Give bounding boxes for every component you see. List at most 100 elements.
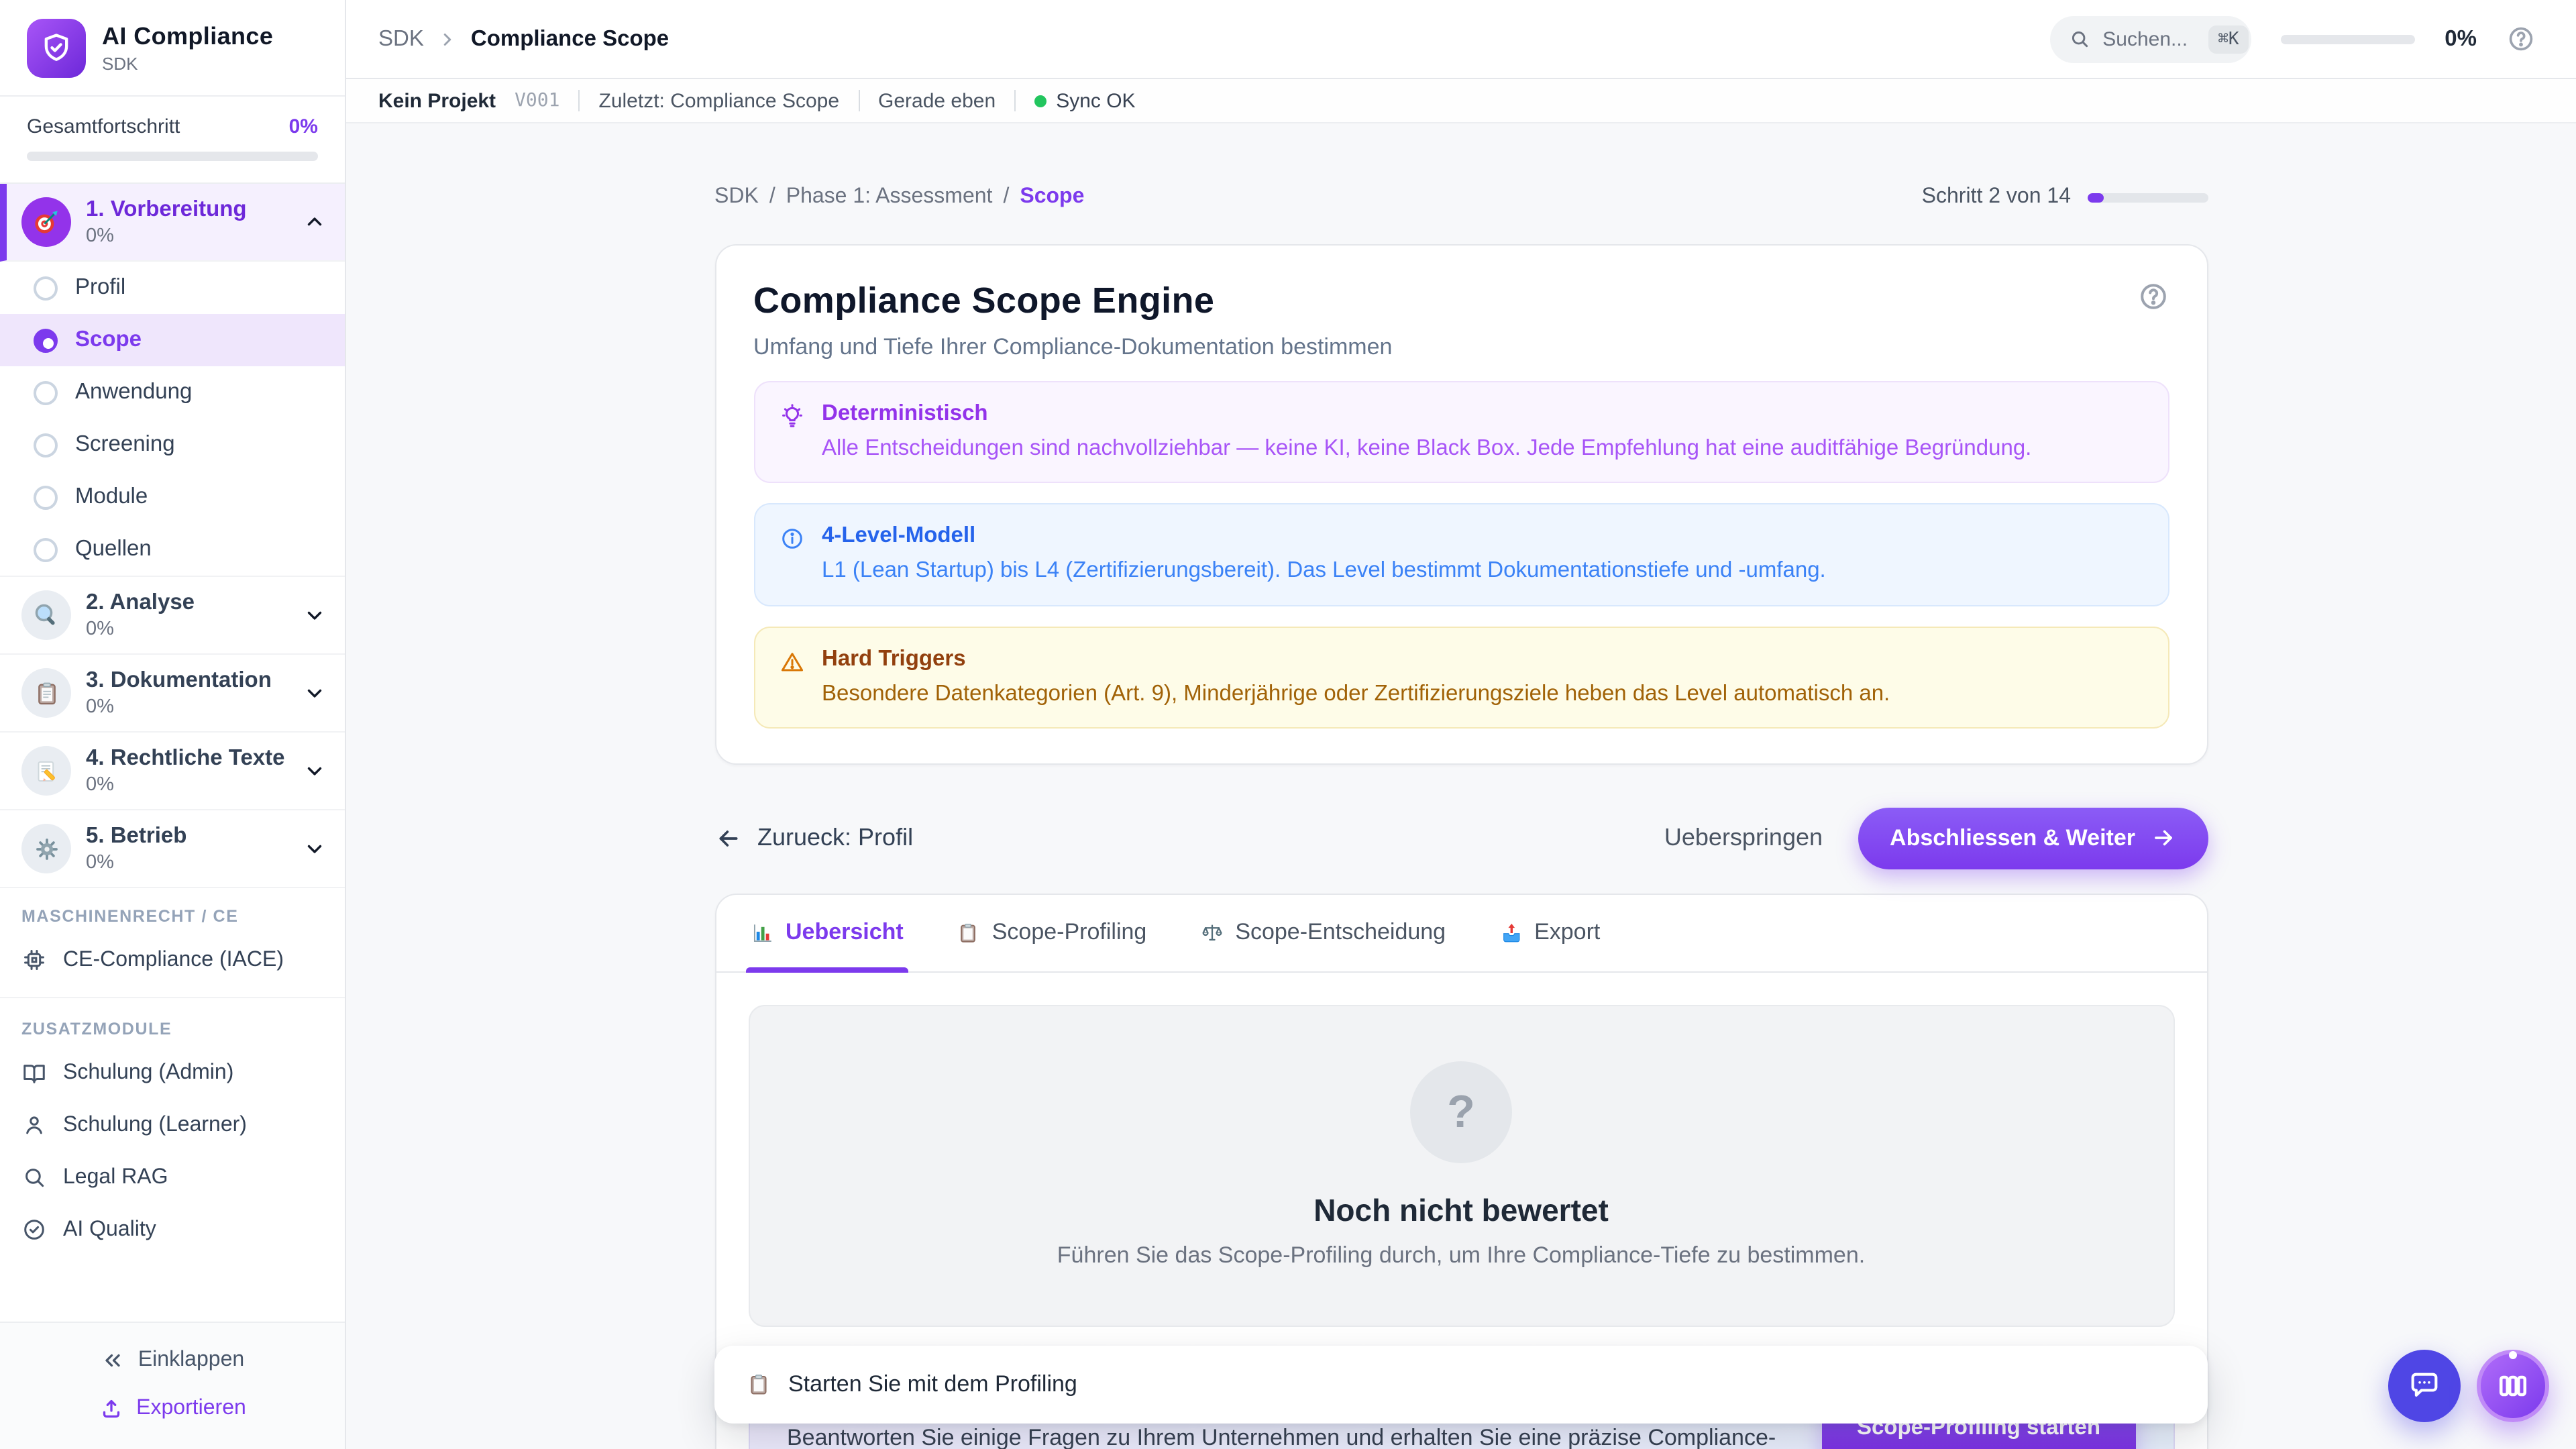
breadcrumb-separator: /: [1003, 185, 1009, 209]
sidebar-item-ce-compliance[interactable]: CE-Compliance (IACE): [0, 934, 345, 986]
version-badge: V001: [515, 90, 559, 111]
gear-icon: [21, 824, 71, 873]
note-title: Deterministisch: [822, 401, 2031, 427]
sidebar-item-label: Anwendung: [75, 380, 192, 405]
overall-progress-track: [27, 152, 318, 161]
sidebar-item-label: Schulung (Admin): [63, 1061, 233, 1085]
sidebar-item-label: Screening: [75, 432, 175, 458]
app-logo: [27, 19, 86, 78]
sidebar-footer: Einklappen Exportieren: [0, 1322, 345, 1449]
project-name: Kein Projekt: [378, 89, 496, 112]
wizard-nav-row: Zurueck: Profil Ueberspringen Abschliess…: [714, 808, 2208, 869]
sidebar-item-ai-quality[interactable]: AI Quality: [0, 1203, 345, 1256]
complete-next-button[interactable]: Abschliessen & Weiter: [1858, 808, 2208, 869]
divider: [1014, 90, 1016, 111]
app-title: AI Compliance: [102, 23, 273, 51]
breadcrumb-root[interactable]: SDK: [378, 26, 424, 52]
breadcrumb-current: Compliance Scope: [471, 26, 669, 52]
page-subtitle: Umfang und Tiefe Ihrer Compliance-Dokume…: [753, 334, 2169, 361]
divider: [858, 90, 859, 111]
sidebar-phase-vorbereitung[interactable]: 1. Vorbereitung 0%: [0, 184, 345, 262]
search-box[interactable]: ⌘K: [2050, 15, 2251, 62]
bar-chart-icon: [751, 922, 773, 945]
note-title: Hard Triggers: [822, 646, 1890, 672]
step-radio-icon: [34, 276, 58, 300]
overall-progress-value: 0%: [289, 115, 318, 138]
sidebar-item-profil[interactable]: Profil: [0, 262, 345, 314]
chevron-down-icon: [303, 604, 326, 627]
step-progress-track: [2087, 193, 2208, 202]
step-radio-icon: [34, 380, 58, 405]
phase-progress: 0%: [86, 774, 288, 796]
outbox-icon: [1499, 922, 1522, 945]
phase-label: 4. Rechtliche Texte: [86, 746, 288, 771]
breadcrumb-phase[interactable]: Phase 1: Assessment: [786, 185, 993, 209]
upload-icon: [99, 1397, 123, 1421]
sidebar-phase-dokumentation[interactable]: 3. Dokumentation 0%: [0, 655, 345, 733]
sidebar-phase-analyse[interactable]: 2. Analyse 0%: [0, 577, 345, 655]
sidebar-item-label: CE-Compliance (IACE): [63, 948, 284, 972]
sidebar-nav: 1. Vorbereitung 0% Profil Scope Anwendun…: [0, 184, 345, 1322]
search-input[interactable]: [2102, 28, 2196, 50]
skip-button[interactable]: Ueberspringen: [1664, 824, 1823, 853]
chevron-down-icon: [303, 837, 326, 860]
last-visited: Zuletzt: Compliance Scope: [599, 89, 840, 112]
chevron-up-icon: [303, 211, 326, 233]
sidebar-item-quellen[interactable]: Quellen: [0, 523, 345, 577]
back-button[interactable]: Zurueck: Profil: [714, 824, 913, 853]
sidebar-item-label: Module: [75, 484, 148, 510]
tab-scope-entscheidung[interactable]: Scope-Entscheidung: [1200, 895, 1446, 971]
panel-toggle-button[interactable]: [2477, 1350, 2549, 1422]
phase-label: 3. Dokumentation: [86, 668, 288, 694]
help-icon[interactable]: [2137, 280, 2169, 313]
chat-button[interactable]: [2388, 1350, 2461, 1422]
step-progress-fill: [2087, 193, 2104, 202]
page-breadcrumb-row: SDK / Phase 1: Assessment / Scope Schrit…: [714, 123, 2208, 209]
help-icon[interactable]: [2506, 24, 2536, 54]
note-deterministisch: Deterministisch Alle Entscheidungen sind…: [753, 381, 2169, 484]
bulb-icon: [779, 404, 804, 464]
sidebar-item-schulung-admin[interactable]: Schulung (Admin): [0, 1046, 345, 1099]
back-label: Zurueck: Profil: [757, 824, 913, 853]
divider: [579, 90, 580, 111]
engine-card: Compliance Scope Engine Umfang und Tiefe…: [714, 244, 2208, 765]
sidebar-item-module[interactable]: Module: [0, 471, 345, 523]
collapse-sidebar-button[interactable]: Einklappen: [0, 1336, 345, 1385]
phase-label: 5. Betrieb: [86, 824, 288, 849]
note-body: Alle Entscheidungen sind nachvollziehbar…: [822, 433, 2031, 464]
section-heading-maschinenrecht: MASCHINENRECHT / CE: [0, 888, 345, 934]
floating-buttons: [2388, 1350, 2549, 1422]
cta-text: Beantworten Sie einige Fragen zu Ihrem U…: [787, 1425, 1822, 1449]
clipboard-icon: [747, 1373, 771, 1397]
sidebar-item-scope[interactable]: Scope: [0, 314, 345, 366]
page-breadcrumb: SDK / Phase 1: Assessment / Scope: [714, 185, 1084, 209]
tab-bar: Uebersicht Scope-Profiling: [716, 895, 2206, 973]
search-icon: [2069, 28, 2090, 50]
phase-label: 1. Vorbereitung: [86, 197, 288, 223]
search-shortcut-kbd: ⌘K: [2208, 25, 2248, 53]
sidebar-item-schulung-learner[interactable]: Schulung (Learner): [0, 1099, 345, 1151]
sidebar-item-label: AI Quality: [63, 1218, 156, 1242]
export-label: Exportieren: [136, 1397, 246, 1421]
sidebar-item-legal-rag[interactable]: Legal RAG: [0, 1151, 345, 1203]
tab-export[interactable]: Export: [1499, 895, 1600, 971]
export-button[interactable]: Exportieren: [0, 1385, 345, 1433]
sidebar-item-anwendung[interactable]: Anwendung: [0, 366, 345, 419]
check-circle-icon: [21, 1217, 47, 1242]
breadcrumb-sdk[interactable]: SDK: [714, 185, 759, 209]
last-saved-time: Gerade eben: [878, 89, 996, 112]
sync-status: Sync OK: [1034, 89, 1135, 112]
step-radio-icon: [34, 537, 58, 561]
shield-check-icon: [39, 31, 74, 66]
sidebar-phase-betrieb[interactable]: 5. Betrieb 0%: [0, 810, 345, 888]
phase-progress: 0%: [86, 225, 288, 247]
profiling-toast[interactable]: Starten Sie mit dem Profiling: [714, 1346, 2208, 1424]
header-progress-value: 0%: [2445, 26, 2477, 52]
tab-scope-profiling[interactable]: Scope-Profiling: [957, 895, 1147, 971]
sidebar-phase-rechtliche-texte[interactable]: 4. Rechtliche Texte 0%: [0, 733, 345, 810]
chevron-down-icon: [303, 682, 326, 704]
target-icon: [21, 197, 71, 247]
chat-bubble-icon: [2407, 1368, 2442, 1403]
sidebar-item-screening[interactable]: Screening: [0, 419, 345, 471]
tab-uebersicht[interactable]: Uebersicht: [751, 895, 904, 971]
